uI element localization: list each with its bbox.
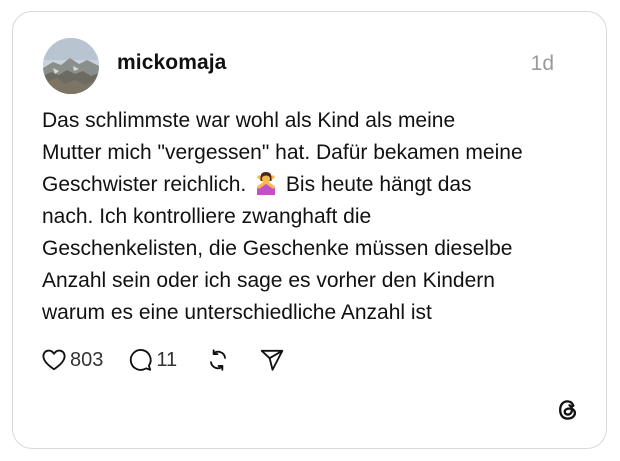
- send-icon: [260, 349, 284, 371]
- reply-count: 11: [156, 348, 178, 371]
- post-line: Mutter mich "vergessen" hat. Dafür bekam…: [42, 141, 523, 164]
- action-bar: 803 11: [41, 345, 285, 375]
- like-button[interactable]: 803: [41, 347, 103, 373]
- timestamp: 1d: [530, 52, 554, 75]
- repost-button[interactable]: [205, 347, 231, 373]
- post-line: warum es eine unterschiedliche Anzahl is…: [42, 301, 432, 324]
- post-card: mickomaja 1d Das schlimmste war wohl als…: [12, 11, 607, 449]
- share-button[interactable]: [259, 347, 285, 373]
- post-text: Das schlimmste war wohl als Kind als mei…: [42, 105, 582, 329]
- username[interactable]: mickomaja: [117, 51, 226, 75]
- threads-logo-icon: [559, 400, 577, 420]
- post-line: Anzahl sein oder ich sage es vorher den …: [42, 269, 495, 292]
- like-count: 803: [70, 348, 104, 371]
- post-line: Geschwister reichlich. Bis heute hängt d…: [42, 169, 582, 201]
- speech-bubble-icon: [130, 349, 152, 371]
- repost-icon: [210, 349, 227, 371]
- post-line: nach. Ich kontrolliere zwanghaft die: [42, 205, 372, 228]
- post-line-segment: Geschwister reichlich.: [42, 173, 247, 196]
- person-gesturing-no-emoji-icon: [254, 171, 278, 195]
- post-line-segment: Bis heute hängt das: [285, 173, 472, 196]
- avatar[interactable]: [43, 38, 99, 94]
- heart-icon: [42, 349, 66, 371]
- reply-button[interactable]: 11: [127, 347, 177, 373]
- post-line: Geschenkelisten, die Geschenke müssen di…: [42, 237, 513, 260]
- post-line: Das schlimmste war wohl als Kind als mei…: [42, 109, 456, 132]
